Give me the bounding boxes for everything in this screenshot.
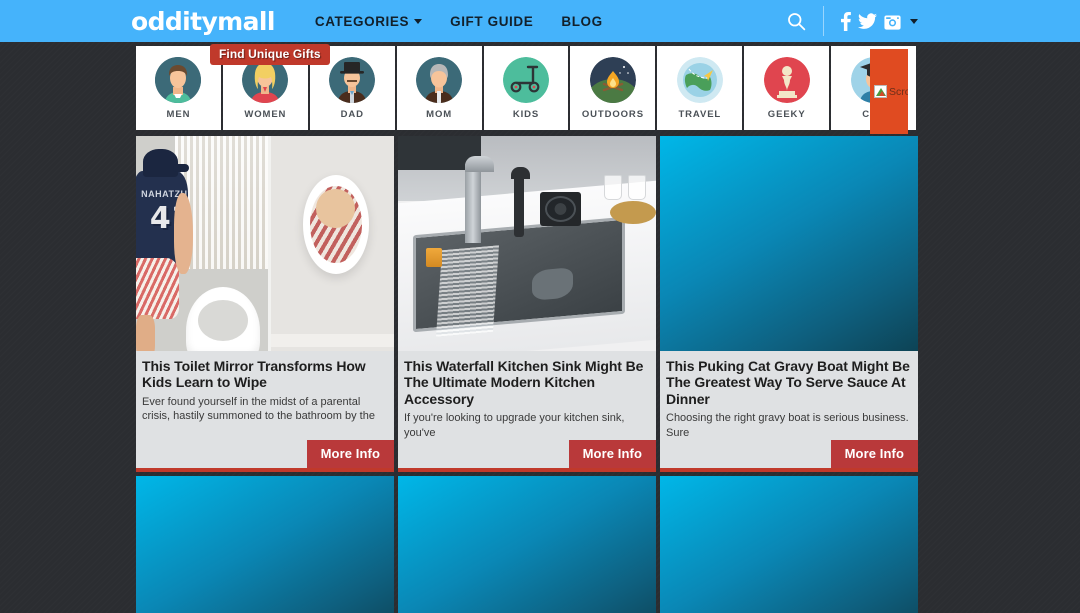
article-card-footer: More Info (136, 440, 394, 469)
category-label-women: WOMEN (244, 108, 287, 120)
more-info-button[interactable]: More Info (568, 440, 656, 469)
globe-airplane-icon (676, 56, 723, 103)
site-logo[interactable]: odditymall (131, 9, 275, 34)
social-links (824, 11, 932, 31)
nav-label-gift-guide: GIFT GUIDE (450, 13, 534, 29)
category-item-mom[interactable]: MOM (396, 46, 482, 130)
more-info-button[interactable]: More Info (306, 440, 394, 469)
category-label-geeky: GEEKY (767, 108, 806, 120)
facebook-icon[interactable] (840, 11, 851, 31)
search-icon (787, 12, 805, 30)
category-label-mom: MOM (426, 108, 453, 120)
nav-item-categories[interactable]: CATEGORIES (314, 13, 423, 29)
article-thumbnail-placeholder[interactable] (398, 476, 656, 613)
article-card[interactable] (398, 476, 656, 613)
scooter-icon (503, 56, 549, 103)
toilet-mirror-photo: NAHATZU 41 (136, 136, 394, 351)
article-description: Ever found yourself in the midst of a pa… (142, 395, 375, 423)
nav-item-blog[interactable]: BLOG (561, 14, 602, 29)
nav-item-gift-guide[interactable]: GIFT GUIDE (450, 14, 533, 29)
article-description: Choosing the right gravy boat is serious… (666, 412, 909, 439)
article-thumbnail-placeholder[interactable] (136, 476, 394, 613)
category-item-geeky[interactable]: GEEKY (744, 46, 830, 130)
social-chevron-down-icon[interactable] (910, 18, 918, 24)
broken-image-glyph (874, 85, 887, 98)
category-label-men: MEN (166, 108, 191, 120)
chevron-down-icon (414, 18, 423, 24)
article-thumbnail[interactable] (398, 136, 656, 351)
find-unique-gifts-tooltip: Find Unique Gifts (210, 44, 330, 65)
category-label-outdoors: OUTDOORS (581, 108, 644, 120)
article-title[interactable]: This Waterfall Kitchen Sink Might Be The… (404, 358, 650, 407)
category-item-men[interactable]: MEN (136, 46, 221, 130)
category-label-dad: DAD (340, 108, 364, 120)
article-card-footer: More Info (398, 440, 656, 469)
instagram-icon[interactable] (884, 13, 901, 30)
article-title[interactable]: This Puking Cat Gravy Boat Might Be The … (666, 358, 912, 407)
nav-label-blog: BLOG (561, 13, 603, 29)
article-card[interactable]: This Puking Cat Gravy Boat Might Be The … (660, 136, 918, 473)
article-grid: NAHATZU 41 This Toilet Mirror Transforms… (136, 136, 918, 613)
nav-label-categories: CATEGORIES (314, 13, 410, 29)
dad-avatar-icon (329, 56, 376, 103)
header-right-tools (769, 6, 1080, 36)
chess-pawn-icon (763, 56, 810, 103)
article-thumbnail[interactable]: NAHATZU 41 (136, 136, 394, 351)
main-navigation: CATEGORIES GIFT GUIDE BLOG (315, 14, 603, 29)
search-button[interactable] (769, 11, 823, 32)
article-card[interactable] (660, 476, 918, 613)
article-description: If you're looking to upgrade your kitche… (404, 412, 625, 439)
article-thumbnail-placeholder[interactable] (660, 476, 918, 613)
scroll-ad-overlay[interactable]: Scro (870, 49, 908, 134)
mom-avatar-icon (416, 56, 463, 103)
article-thumbnail-placeholder[interactable] (660, 136, 918, 351)
waterfall-kitchen-sink-photo (398, 136, 656, 351)
more-info-button[interactable]: More Info (830, 440, 918, 469)
broken-image-alt-text: Scro (889, 85, 908, 98)
man-avatar-icon (155, 56, 202, 103)
category-bar: MEN WOMEN DAD MOM KIDS OUTDOORS TRAVEL G… (136, 44, 918, 134)
article-card-footer: More Info (660, 440, 918, 469)
category-label-travel: TRAVEL (678, 108, 722, 120)
twitter-icon[interactable] (858, 12, 877, 30)
category-item-travel[interactable]: TRAVEL (657, 46, 743, 130)
article-card[interactable]: This Waterfall Kitchen Sink Might Be The… (398, 136, 656, 473)
article-card[interactable] (136, 476, 394, 613)
category-item-kids[interactable]: KIDS (483, 46, 569, 130)
article-title[interactable]: This Toilet Mirror Transforms How Kids L… (142, 358, 388, 391)
category-item-outdoors[interactable]: OUTDOORS (570, 46, 656, 130)
article-card[interactable]: NAHATZU 41 This Toilet Mirror Transforms… (136, 136, 394, 473)
category-label-kids: KIDS (512, 108, 540, 120)
site-header: odditymall CATEGORIES GIFT GUIDE BLOG (0, 0, 1080, 42)
broken-image-icon: Scro (874, 85, 908, 98)
campfire-icon (589, 56, 636, 103)
